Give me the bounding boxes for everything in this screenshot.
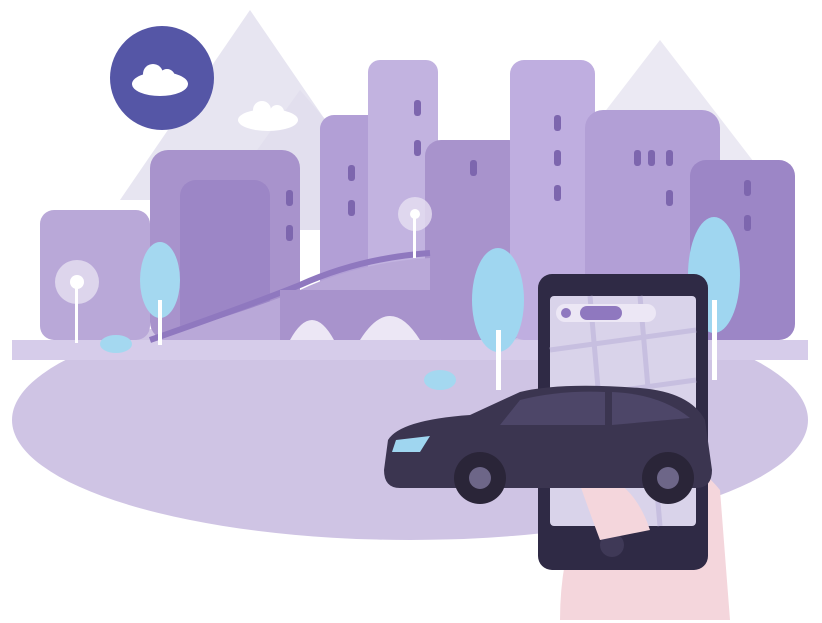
moon-icon xyxy=(110,26,214,130)
illustration-canvas xyxy=(12,10,808,620)
city-ride-illustration xyxy=(0,0,822,623)
